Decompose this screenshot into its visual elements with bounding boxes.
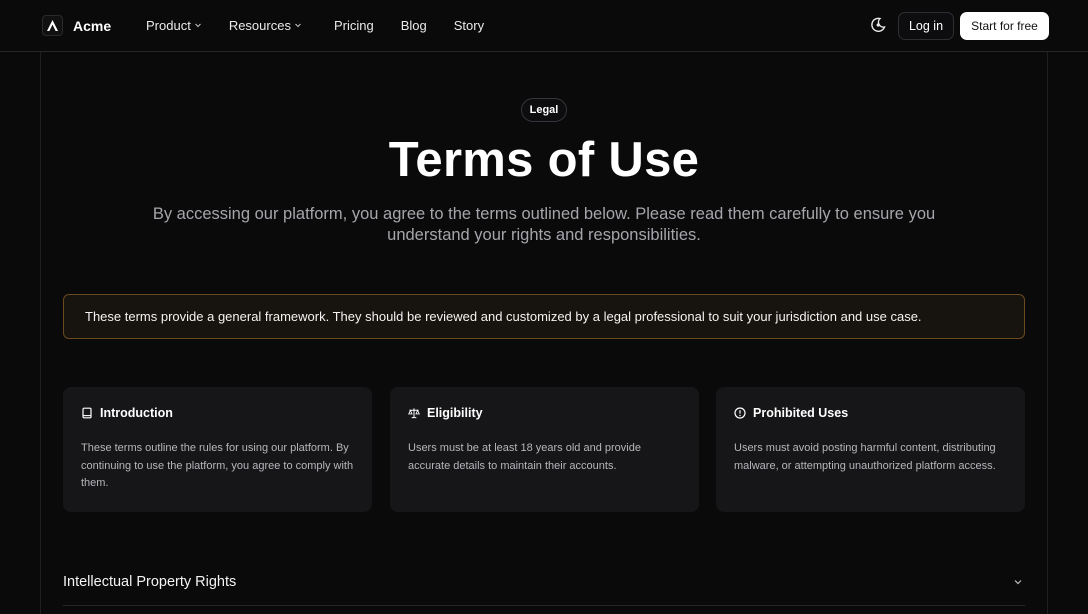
book-icon: [81, 407, 93, 419]
nav-blog[interactable]: Blog: [401, 18, 427, 33]
card-header: Introduction: [81, 406, 354, 420]
card-text: Users must avoid posting harmful content…: [734, 442, 996, 472]
card-title: Introduction: [100, 406, 173, 420]
brand-name: Acme: [73, 17, 112, 34]
nav-resources-label: Resources: [228, 18, 291, 33]
card-title: Prohibited Uses: [753, 406, 849, 420]
chevron-down-icon: [294, 21, 302, 31]
nav-resources[interactable]: Resources: [229, 18, 302, 33]
nav-links: Product Resources Pricing Blog Story: [146, 18, 484, 33]
page-subtitle: By accessing our platform, you agree to …: [152, 205, 936, 244]
legal-badge: Legal: [521, 98, 567, 122]
accordion-intellectual-property[interactable]: Intellectual Property Rights: [63, 562, 1025, 606]
card-introduction: Introduction These terms outline the rul…: [63, 387, 372, 512]
chevron-down-icon: [1012, 575, 1024, 587]
card-prohibited-uses: Prohibited Uses Users must avoid posting…: [716, 387, 1025, 512]
nav-blog-label: Blog: [400, 18, 427, 33]
legal-notice: These terms provide a general framework.…: [63, 294, 1025, 339]
legal-notice-text: These terms provide a general framework.…: [85, 309, 922, 324]
page-title: Terms of Use: [388, 133, 700, 187]
nav-pricing[interactable]: Pricing: [334, 18, 374, 33]
theme-toggle-icon[interactable]: [869, 16, 887, 34]
card-title: Eligibility: [427, 406, 483, 420]
card-text: These terms outline the rules for using …: [81, 442, 354, 489]
login-button[interactable]: Log in: [898, 12, 954, 40]
card-eligibility: Eligibility Users must be at least 18 ye…: [390, 387, 699, 512]
card-text: Users must be at least 18 years old and …: [408, 442, 641, 472]
accordion-title: Intellectual Property Rights: [63, 574, 237, 590]
nav-story-label: Story: [453, 18, 485, 33]
card-header: Eligibility: [408, 406, 681, 420]
scale-icon: [408, 407, 420, 419]
nav-product-label: Product: [146, 18, 191, 33]
alert-circle-icon: [734, 407, 746, 419]
acme-logo-icon: [42, 15, 63, 36]
top-navbar: Acme Product Resources Pricing Blog Stor…: [0, 0, 1088, 52]
nav-story[interactable]: Story: [454, 18, 484, 33]
brand[interactable]: Acme: [42, 15, 111, 36]
nav-product[interactable]: Product: [146, 18, 202, 33]
card-header: Prohibited Uses: [734, 406, 1007, 420]
nav-pricing-label: Pricing: [333, 18, 374, 33]
chevron-down-icon: [194, 21, 202, 31]
start-for-free-button[interactable]: Start for free: [960, 12, 1049, 40]
